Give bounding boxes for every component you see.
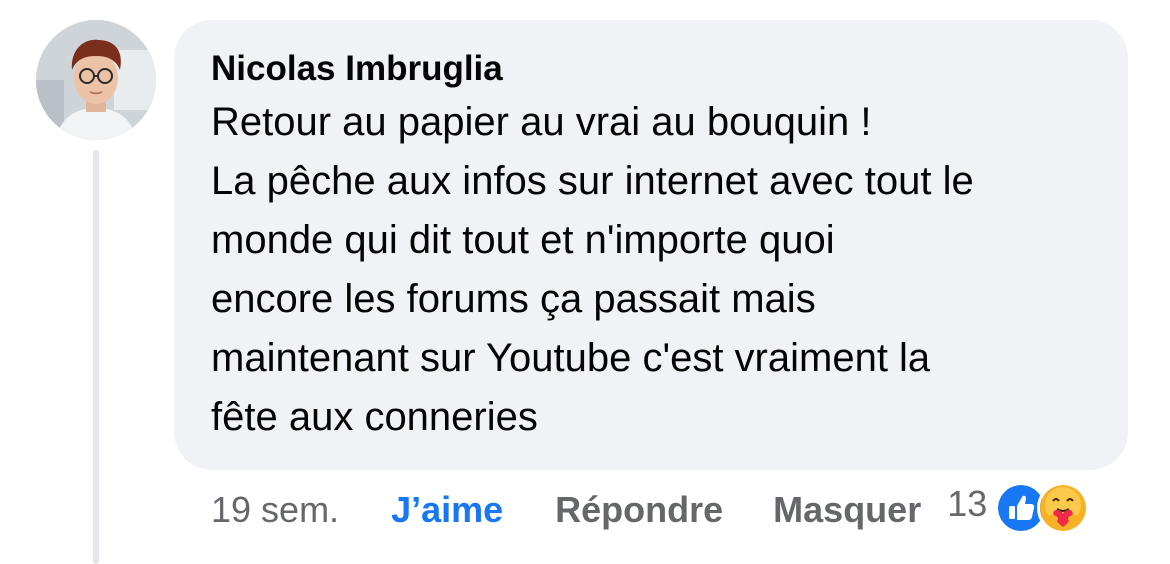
comment-text-line: maintenant sur Youtube c'est vraiment la [211, 336, 931, 380]
comment-text: Retour au papier au vrai au bouquin ! La… [211, 93, 1098, 447]
comment-text-line: fête aux conneries [211, 395, 538, 439]
comment-text-line: Retour au papier au vrai au bouquin ! [211, 100, 872, 144]
reply-button[interactable]: Répondre [555, 489, 723, 531]
comment-text-line: monde qui dit tout et n'importe quoi [211, 218, 835, 262]
thread-line [93, 150, 99, 564]
avatar[interactable] [36, 20, 156, 140]
comment: Nicolas Imbruglia Retour au papier au vr… [0, 0, 1170, 564]
avatar-photo [36, 20, 156, 140]
comment-timestamp[interactable]: 19 sem. [211, 489, 339, 531]
comment-bubble: Nicolas Imbruglia Retour au papier au vr… [174, 20, 1128, 470]
reaction-summary[interactable] [995, 482, 1090, 534]
care-icon [1037, 482, 1090, 534]
comment-author[interactable]: Nicolas Imbruglia [211, 48, 1098, 90]
reaction-count[interactable]: 13 [947, 483, 987, 525]
comment-text-line: La pêche aux infos sur internet avec tou… [211, 159, 974, 203]
comment-text-line: encore les forums ça passait mais [211, 277, 816, 321]
hide-button[interactable]: Masquer [773, 489, 921, 531]
comment-actions: 19 sem. J’aime Répondre Masquer 13 [211, 482, 1090, 534]
like-button[interactable]: J’aime [391, 489, 503, 531]
